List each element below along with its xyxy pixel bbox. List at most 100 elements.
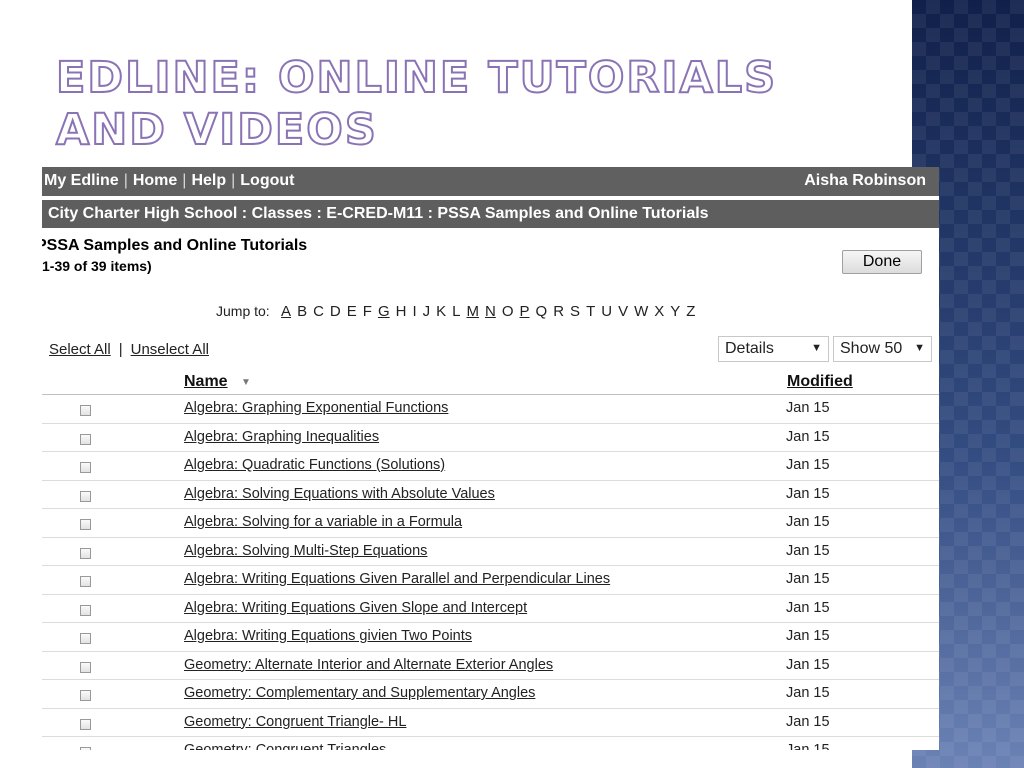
row-checkbox[interactable] <box>80 633 91 644</box>
edline-screenshot: My Edline | Home | Help | Logout Aisha Robinso… <box>42 167 939 750</box>
row-checkbox[interactable] <box>80 661 91 673</box>
jump-letter-m[interactable]: M <box>467 303 480 320</box>
jump-letter-a[interactable]: A <box>281 303 291 320</box>
row-checkbox[interactable] <box>80 747 91 750</box>
row-name-link[interactable]: Algebra: Graphing Exponential Functions <box>184 400 448 416</box>
table-row: Algebra: Writing Equations Given Slope a… <box>42 595 939 623</box>
jump-letter-d: D <box>329 303 341 320</box>
table-row: Algebra: Solving Equations with Absolute… <box>42 481 939 509</box>
row-modified-date: Jan 15 <box>786 571 830 587</box>
row-modified-date: Jan 15 <box>786 514 830 530</box>
sort-desc-icon[interactable]: ▼ <box>241 377 251 388</box>
table-row: Algebra: Writing Equations givien Two Po… <box>42 623 939 652</box>
selection-controls: Select All | Unselect All <box>49 341 209 358</box>
table-row: Algebra: Solving for a variable in a For… <box>42 509 939 538</box>
row-checkbox[interactable] <box>80 576 91 587</box>
file-list: Algebra: Graphing Exponential Functions J… <box>42 395 939 750</box>
row-name-link[interactable]: Algebra: Graphing Inequalities <box>184 429 379 445</box>
slide-title: Edline: Online Tutorials and Videos <box>55 52 778 156</box>
row-checkbox[interactable] <box>80 718 91 730</box>
page-header: PSSA Samples and Online Tutorials 1-39 o… <box>42 237 307 274</box>
nav-separator: | <box>231 172 236 189</box>
row-name-link[interactable]: Geometry: Congruent Triangles <box>184 742 386 750</box>
view-mode-dropdown[interactable]: Details ▼ <box>718 336 829 362</box>
row-checkbox[interactable] <box>80 690 91 701</box>
page-size-value: Show 50 <box>840 340 903 357</box>
jump-letter-r: R <box>553 303 565 320</box>
jump-letter-y: Y <box>670 303 681 320</box>
row-modified-date: Jan 15 <box>786 742 830 750</box>
jump-letter-t: T <box>586 303 596 320</box>
nav-help[interactable]: Help <box>191 172 226 189</box>
row-checkbox[interactable] <box>80 433 91 445</box>
chevron-down-icon: ▼ <box>914 342 925 354</box>
row-name-link[interactable]: Algebra: Solving for a variable in a For… <box>184 514 462 530</box>
nav-logout[interactable]: Logout <box>240 172 294 189</box>
row-checkbox[interactable] <box>80 462 91 473</box>
row-modified-date: Jan 15 <box>786 656 830 673</box>
unselect-all-link[interactable]: Unselect All <box>131 341 209 358</box>
jump-letter-s: S <box>570 303 581 320</box>
row-checkbox[interactable] <box>80 490 91 502</box>
row-modified-date: Jan 15 <box>786 457 830 473</box>
page-size-dropdown[interactable]: Show 50 ▼ <box>833 336 932 362</box>
row-checkbox[interactable] <box>80 405 91 416</box>
user-name: Aisha Robinson <box>804 172 926 189</box>
row-name-link[interactable]: Algebra: Writing Equations Given Paralle… <box>184 571 610 587</box>
nav-separator: | <box>123 172 128 189</box>
nav-my-edline[interactable]: My Edline <box>44 172 119 189</box>
jump-letter-c: C <box>313 303 324 320</box>
jump-letter-u: U <box>601 303 613 320</box>
table-row: Algebra: Solving Multi-Step Equations Jan… <box>42 538 939 566</box>
jump-letter-n[interactable]: N <box>485 303 496 320</box>
row-name-link[interactable]: Algebra: Solving Equations with Absolute… <box>184 486 495 502</box>
row-name-link[interactable]: Geometry: Congruent Triangle- HL <box>184 714 406 730</box>
row-modified-date: Jan 15 <box>786 400 830 416</box>
jump-letter-w: W <box>634 303 649 320</box>
row-name-link[interactable]: Algebra: Writing Equations Given Slope a… <box>184 600 527 616</box>
breadcrumb: City Charter High School : Classes : E-C… <box>48 205 709 222</box>
page-title: PSSA Samples and Online Tutorials <box>42 237 308 254</box>
row-modified-date: Jan 15 <box>786 599 830 616</box>
jump-letter-q: Q <box>535 303 548 320</box>
jump-letter-l: L <box>452 303 461 320</box>
row-modified-date: Jan 15 <box>786 713 830 730</box>
jump-letter-v: V <box>618 303 629 320</box>
row-checkbox[interactable] <box>80 604 91 616</box>
row-name-link[interactable]: Algebra: Solving Multi-Step Equations <box>184 543 427 559</box>
top-nav-bar: My Edline | Home | Help | Logout Aisha Robinso… <box>42 167 939 196</box>
jump-letter-e: E <box>346 303 357 320</box>
column-header-modified[interactable]: Modified <box>787 373 853 391</box>
jump-letter-f: F <box>362 303 372 320</box>
table-row: Algebra: Graphing Exponential Functions J… <box>42 395 939 424</box>
row-modified-date: Jan 15 <box>786 428 830 445</box>
view-mode-value: Details <box>725 340 774 357</box>
nav-separator: | <box>182 172 187 189</box>
jump-letter-k: K <box>436 303 447 320</box>
selection-separator: | <box>118 341 123 358</box>
chevron-down-icon: ▼ <box>811 342 822 354</box>
select-all-link[interactable]: Select All <box>49 341 111 358</box>
nav-home[interactable]: Home <box>133 172 177 189</box>
row-modified-date: Jan 15 <box>786 685 830 701</box>
row-name-link[interactable]: Algebra: Quadratic Functions (Solutions) <box>184 457 445 473</box>
top-nav: My Edline | Home | Help | Logout <box>44 172 294 190</box>
row-checkbox[interactable] <box>80 547 91 559</box>
row-name-link[interactable]: Geometry: Alternate Interior and Alterna… <box>184 657 553 673</box>
jump-letter-x: X <box>654 303 665 320</box>
jump-letter-p[interactable]: P <box>520 303 530 320</box>
table-row: Geometry: Congruent Triangles Jan 15 <box>42 737 939 750</box>
jump-letter-b: B <box>297 303 308 320</box>
column-header-name[interactable]: Name <box>184 373 228 391</box>
row-checkbox[interactable] <box>80 519 91 530</box>
row-name-link[interactable]: Algebra: Writing Equations givien Two Po… <box>184 628 472 644</box>
item-count: 1-39 of 39 items) <box>42 258 152 274</box>
jump-to-bar: Jump to: ABCDEFGHIJKLMNOPQRSTUVWXYZ <box>216 303 701 320</box>
jump-letter-i: I <box>412 303 417 320</box>
row-modified-date: Jan 15 <box>786 542 830 559</box>
breadcrumb-bar: City Charter High School : Classes : E-C… <box>42 200 939 228</box>
row-name-link[interactable]: Geometry: Complementary and Supplementar… <box>184 685 535 701</box>
done-button[interactable]: Done <box>842 250 922 274</box>
table-row: Algebra: Quadratic Functions (Solutions)… <box>42 452 939 481</box>
jump-letter-g[interactable]: G <box>378 303 390 320</box>
